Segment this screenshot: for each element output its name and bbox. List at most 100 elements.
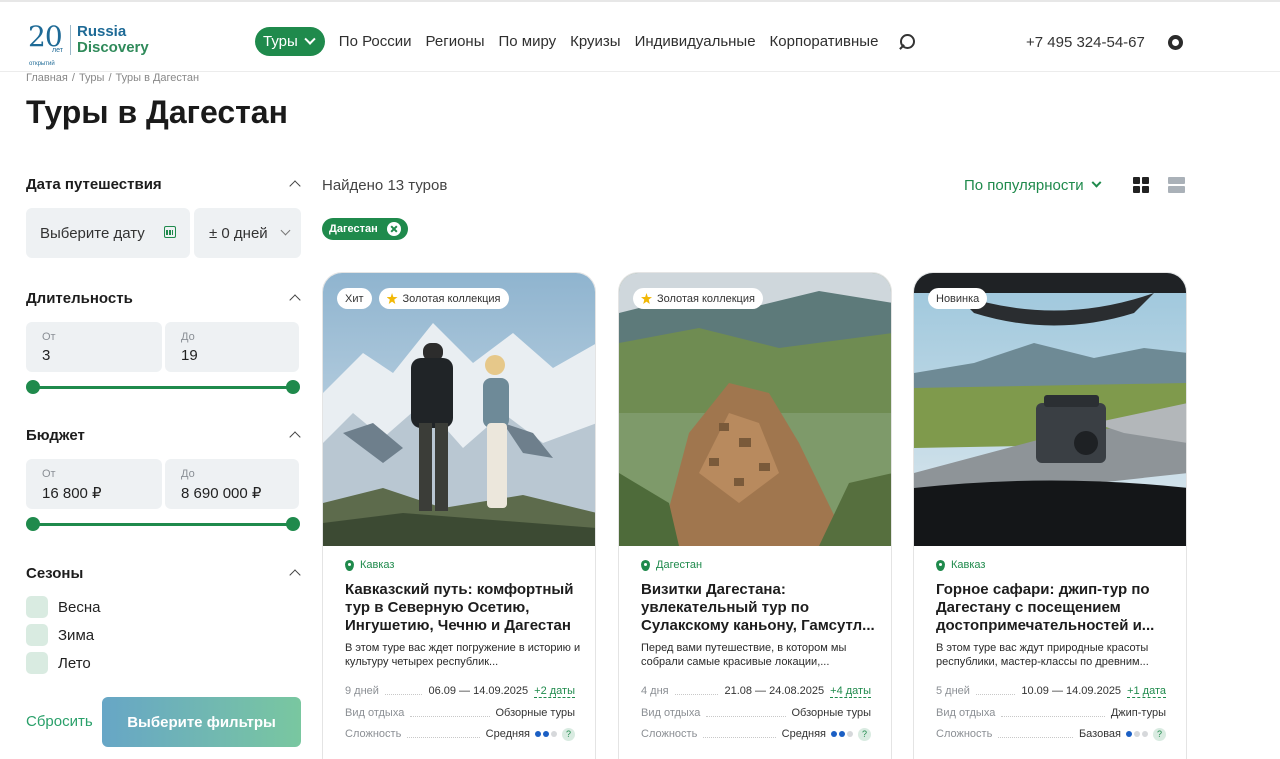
duration-to-input[interactable]: До 19 [165,322,299,372]
range-min-handle[interactable] [26,517,40,531]
difficulty-label: Сложность [345,728,402,740]
card-dates-row: 4 дня 21.08 — 24.08.2025 +4 даты [641,684,871,698]
logo[interactable]: 20 лет открытий Russia Discovery [28,22,149,68]
breadcrumb-home[interactable]: Главная [26,72,68,84]
checkbox[interactable] [26,596,48,618]
duration-from-label: От [42,331,56,343]
range-min-handle[interactable] [26,380,40,394]
reset-filters-link[interactable]: Сбросить [26,713,93,730]
filter-seasons-header[interactable]: Сезоны [26,565,301,582]
card-difficulty-row: Сложность Базовая ? [936,727,1166,741]
star-icon [641,293,652,304]
help-icon[interactable]: ? [858,727,871,741]
difficulty-dot [543,731,549,737]
breadcrumb-current: Туры в Дагестан [115,72,200,84]
card-duration: 4 дня [641,685,669,697]
budget-to-label: До [181,468,195,480]
dotted-leader [1001,710,1105,717]
budget-to-input[interactable]: До 8 690 000 ₽ [165,459,299,509]
season-checkbox-spring[interactable]: Весна [26,596,100,618]
card-difficulty-row: Сложность Средняя ? [345,727,575,741]
range-max-handle[interactable] [286,517,300,531]
list-view-icon[interactable] [1168,177,1185,193]
card-title[interactable]: Горное сафари: джип-тур по Дагестану с п… [936,581,1172,635]
tour-card[interactable]: Новинка Кавказ Горное сафари: джип-тур п… [913,272,1187,759]
difficulty-value: Базовая [1078,728,1121,740]
sort-dropdown[interactable]: По популярности [964,177,1102,194]
budget-from-input[interactable]: От 16 800 ₽ [26,459,162,509]
nav-link-russia[interactable]: По России [339,33,412,50]
filter-budget-header[interactable]: Бюджет [26,427,301,444]
badge-gold: Золотая коллекция [378,288,509,309]
season-checkbox-summer[interactable]: Лето [26,652,91,674]
filter-date-title: Дата путешествия [26,176,162,193]
duration-from-input[interactable]: От 3 [26,322,162,372]
duration-from-value: 3 [42,347,51,364]
view-icon-part [1133,186,1140,193]
more-dates-link[interactable]: +2 даты [534,685,575,698]
filter-duration-header[interactable]: Длительность [26,290,301,307]
budget-range-slider[interactable] [26,517,300,531]
card-dates: 06.09 — 14.09.2025 [428,685,529,697]
difficulty-label: Сложность [641,728,698,740]
card-region: Кавказ [936,559,985,571]
whatsapp-icon[interactable] [1168,35,1183,50]
difficulty-dot [839,731,845,737]
difficulty-value: Средняя [781,728,826,740]
main-nav: Туры По России Регионы По миру Круизы Ин… [255,27,918,56]
more-dates-link[interactable]: +1 дата [1127,685,1166,698]
more-dates-link[interactable]: +4 даты [830,685,871,698]
dotted-leader [703,731,776,738]
days-flex-select[interactable]: ± 0 дней [194,208,301,258]
badge-label: Золотая коллекция [657,292,755,305]
rest-value: Обзорные туры [495,707,576,719]
season-checkbox-winter[interactable]: Зима [26,624,94,646]
chevron-up-icon [289,180,301,192]
nav-tours-dropdown[interactable]: Туры [255,27,325,56]
breadcrumb-sep: / [108,72,112,84]
nav-link-cruises[interactable]: Круизы [570,33,620,50]
tour-card[interactable]: Золотая коллекция Дагестан Визитки Дагес… [618,272,892,759]
chevron-up-icon [289,431,301,443]
card-title[interactable]: Визитки Дагестана: увлекательный тур по … [641,581,877,635]
season-label: Зима [58,626,95,644]
close-icon[interactable] [386,222,401,236]
card-badges: Новинка [928,288,994,309]
range-max-handle[interactable] [286,380,300,394]
card-badges: Золотая коллекция [633,288,770,309]
nav-tours-label: Туры [263,33,298,50]
date-picker-input[interactable]: Выберите дату [26,208,190,258]
chevron-up-icon [289,569,301,581]
filter-date-header[interactable]: Дата путешествия [26,176,301,193]
card-title[interactable]: Кавказский путь: комфортный тур в Северн… [345,581,581,635]
rest-label: Вид отдыха [936,707,996,719]
phone-link[interactable]: +7 495 324-54-67 [1026,34,1145,51]
nav-link-regions[interactable]: Регионы [426,33,485,50]
checkbox[interactable] [26,652,48,674]
nav-link-world[interactable]: По миру [498,33,556,50]
tour-card[interactable]: Хит Золотая коллекция Кавказ Кавказский … [322,272,596,759]
dotted-leader [407,731,480,738]
days-flex-value: ± 0 дней [209,225,268,242]
difficulty-dot [535,731,541,737]
apply-filters-button[interactable]: Выберите фильтры [102,697,301,747]
breadcrumb: Главная / Туры / Туры в Дагестан [26,72,203,84]
season-label: Лето [58,654,91,672]
nav-link-corporate[interactable]: Корпоративные [770,33,879,50]
season-label: Весна [58,598,101,616]
badge-gold: Золотая коллекция [633,288,763,309]
help-icon[interactable]: ? [1153,727,1166,741]
card-duration: 5 дней [936,685,970,697]
active-filter-chip[interactable]: Дагестан [322,218,408,240]
duration-range-slider[interactable] [26,380,300,394]
breadcrumb-tours[interactable]: Туры [79,72,105,84]
site-header: 20 лет открытий Russia Discovery Туры По… [0,2,1280,72]
checkbox[interactable] [26,624,48,646]
card-region: Дагестан [641,559,702,571]
grid-view-icon[interactable] [1133,177,1149,193]
nav-link-individual[interactable]: Индивидуальные [635,33,756,50]
help-icon[interactable]: ? [562,727,575,741]
logo-brand: Russia Discovery [77,24,149,56]
search-icon[interactable] [898,32,918,52]
chevron-down-icon [280,225,291,236]
